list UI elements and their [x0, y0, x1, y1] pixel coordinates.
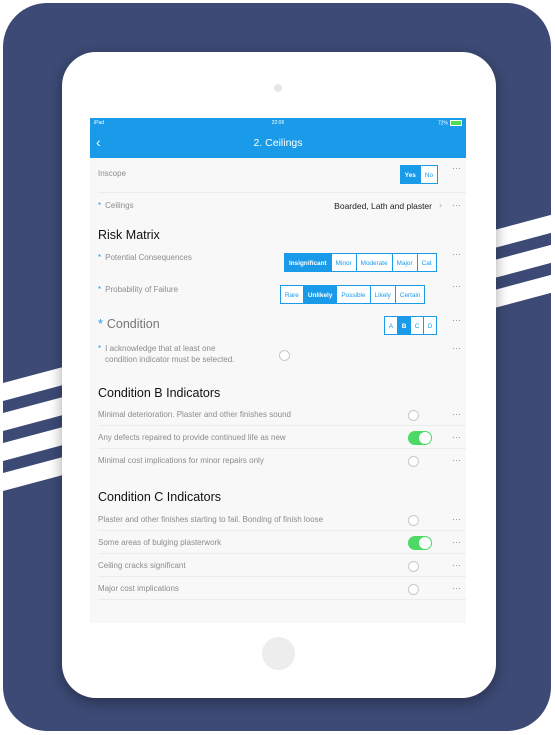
more-icon[interactable]: ···: [452, 538, 461, 547]
indicator-radio[interactable]: [408, 515, 419, 526]
condition-option-b[interactable]: B: [397, 316, 411, 335]
list-item: Ceiling cracks significant ···: [90, 554, 466, 576]
option-catastrophic[interactable]: Cat: [416, 253, 437, 272]
list-item: Minimal cost implications for minor repa…: [90, 449, 466, 471]
app-screen: iPad 22:06 72% ‹ 2. Ceilings Inscope Yes…: [90, 118, 466, 623]
list-item: Any defects repaired to provide continue…: [90, 426, 466, 448]
option-minor[interactable]: Minor: [330, 253, 357, 272]
more-icon[interactable]: ···: [452, 410, 461, 419]
option-moderate[interactable]: Moderate: [355, 253, 393, 272]
inscope-label: Inscope: [98, 169, 127, 178]
option-major[interactable]: Major: [391, 253, 418, 272]
condition-option-d[interactable]: D: [423, 316, 437, 335]
more-icon[interactable]: ···: [452, 250, 461, 259]
more-icon[interactable]: ···: [452, 282, 461, 291]
more-icon[interactable]: ···: [452, 584, 461, 593]
consequences-row: * Potential Consequences Insignificant Mi…: [90, 248, 466, 280]
battery-percent: 72%: [437, 120, 448, 127]
consequences-label: * Potential Consequences: [98, 253, 192, 262]
page-title: 2. Ceilings: [253, 137, 303, 149]
option-likely[interactable]: Likely: [369, 285, 396, 304]
indicator-text: Minimal cost implications for minor repa…: [98, 456, 264, 465]
more-icon[interactable]: ···: [452, 515, 461, 524]
option-unlikely[interactable]: Unlikely: [302, 285, 338, 304]
battery-icon: [450, 120, 462, 126]
indicator-radio[interactable]: [408, 410, 419, 421]
indicator-toggle[interactable]: [408, 536, 432, 550]
option-certain[interactable]: Certain: [394, 285, 426, 304]
divider: [98, 599, 466, 600]
inscope-no-option[interactable]: No: [419, 165, 438, 184]
condition-row: * Condition A B C D ···: [90, 312, 466, 340]
ceilings-row[interactable]: * Ceilings Boarded, Lath and plaster › ··…: [90, 193, 466, 217]
indicator-text: Any defects repaired to provide continue…: [98, 433, 286, 442]
indicator-text: Some areas of bulging plasterwork: [98, 538, 222, 547]
failure-row: * Probability of Failure Rare Unlikely Po…: [90, 280, 466, 312]
acknowledge-line1: * I acknowledge that at least one: [98, 344, 216, 353]
list-item: Minimal deterioration. Plaster and other…: [90, 403, 466, 425]
failure-label: * Probability of Failure: [98, 285, 179, 294]
consequences-segmented: Insignificant Minor Moderate Major Cat: [284, 253, 437, 272]
condition-option-c[interactable]: C: [410, 316, 424, 335]
toggle-knob: [419, 537, 431, 549]
option-possible[interactable]: Possible: [336, 285, 371, 304]
inscope-row: Inscope Yes No ···: [90, 158, 466, 192]
condition-label: * Condition: [98, 317, 160, 331]
acknowledge-row: * I acknowledge that at least one conditi…: [90, 344, 466, 374]
more-icon[interactable]: ···: [452, 456, 461, 465]
more-icon[interactable]: ···: [452, 316, 461, 325]
ceilings-value: Boarded, Lath and plaster: [334, 201, 432, 211]
more-icon[interactable]: ···: [452, 201, 461, 210]
indicator-radio[interactable]: [408, 561, 419, 572]
inscope-yes-option[interactable]: Yes: [399, 165, 421, 184]
indicator-text: Major cost implications: [98, 584, 179, 593]
option-rare[interactable]: Rare: [280, 285, 304, 304]
status-time: 22:06: [271, 120, 285, 126]
home-button[interactable]: [262, 637, 295, 670]
nav-bar: iPad 22:06 72% ‹ 2. Ceilings: [90, 118, 466, 158]
indicator-radio[interactable]: [408, 584, 419, 595]
more-icon[interactable]: ···: [452, 164, 461, 173]
indicator-toggle[interactable]: [408, 431, 432, 445]
list-item: Some areas of bulging plasterwork ···: [90, 531, 466, 553]
condition-segmented: A B C D: [384, 316, 437, 335]
failure-segmented: Rare Unlikely Possible Likely Certain: [280, 285, 426, 304]
list-item: Plaster and other finishes starting to f…: [90, 508, 466, 530]
more-icon[interactable]: ···: [452, 561, 461, 570]
acknowledge-radio[interactable]: [279, 350, 290, 361]
indicator-text: Ceiling cracks significant: [98, 561, 186, 570]
more-icon[interactable]: ···: [452, 344, 461, 353]
list-item: Major cost implications ···: [90, 577, 466, 599]
inscope-segmented: Yes No: [399, 165, 438, 184]
toggle-knob: [419, 432, 431, 444]
indicator-text: Minimal deterioration. Plaster and other…: [98, 410, 291, 419]
status-battery: 72%: [438, 120, 462, 126]
condition-b-title: Condition B Indicators: [98, 386, 221, 400]
condition-c-title: Condition C Indicators: [98, 490, 221, 504]
option-insignificant[interactable]: Insignificant: [284, 253, 332, 272]
more-icon[interactable]: ···: [452, 433, 461, 442]
chevron-right-icon: ›: [439, 200, 442, 210]
indicator-text: Plaster and other finishes starting to f…: [98, 515, 324, 524]
risk-matrix-title: Risk Matrix: [98, 228, 160, 242]
camera: [274, 84, 282, 92]
acknowledge-line2: condition indicator must be selected.: [105, 355, 235, 364]
indicator-radio[interactable]: [408, 456, 419, 467]
ceilings-label: * Ceilings: [98, 201, 134, 210]
condition-option-a[interactable]: A: [384, 316, 398, 335]
ipad-device: iPad 22:06 72% ‹ 2. Ceilings Inscope Yes…: [62, 52, 496, 698]
